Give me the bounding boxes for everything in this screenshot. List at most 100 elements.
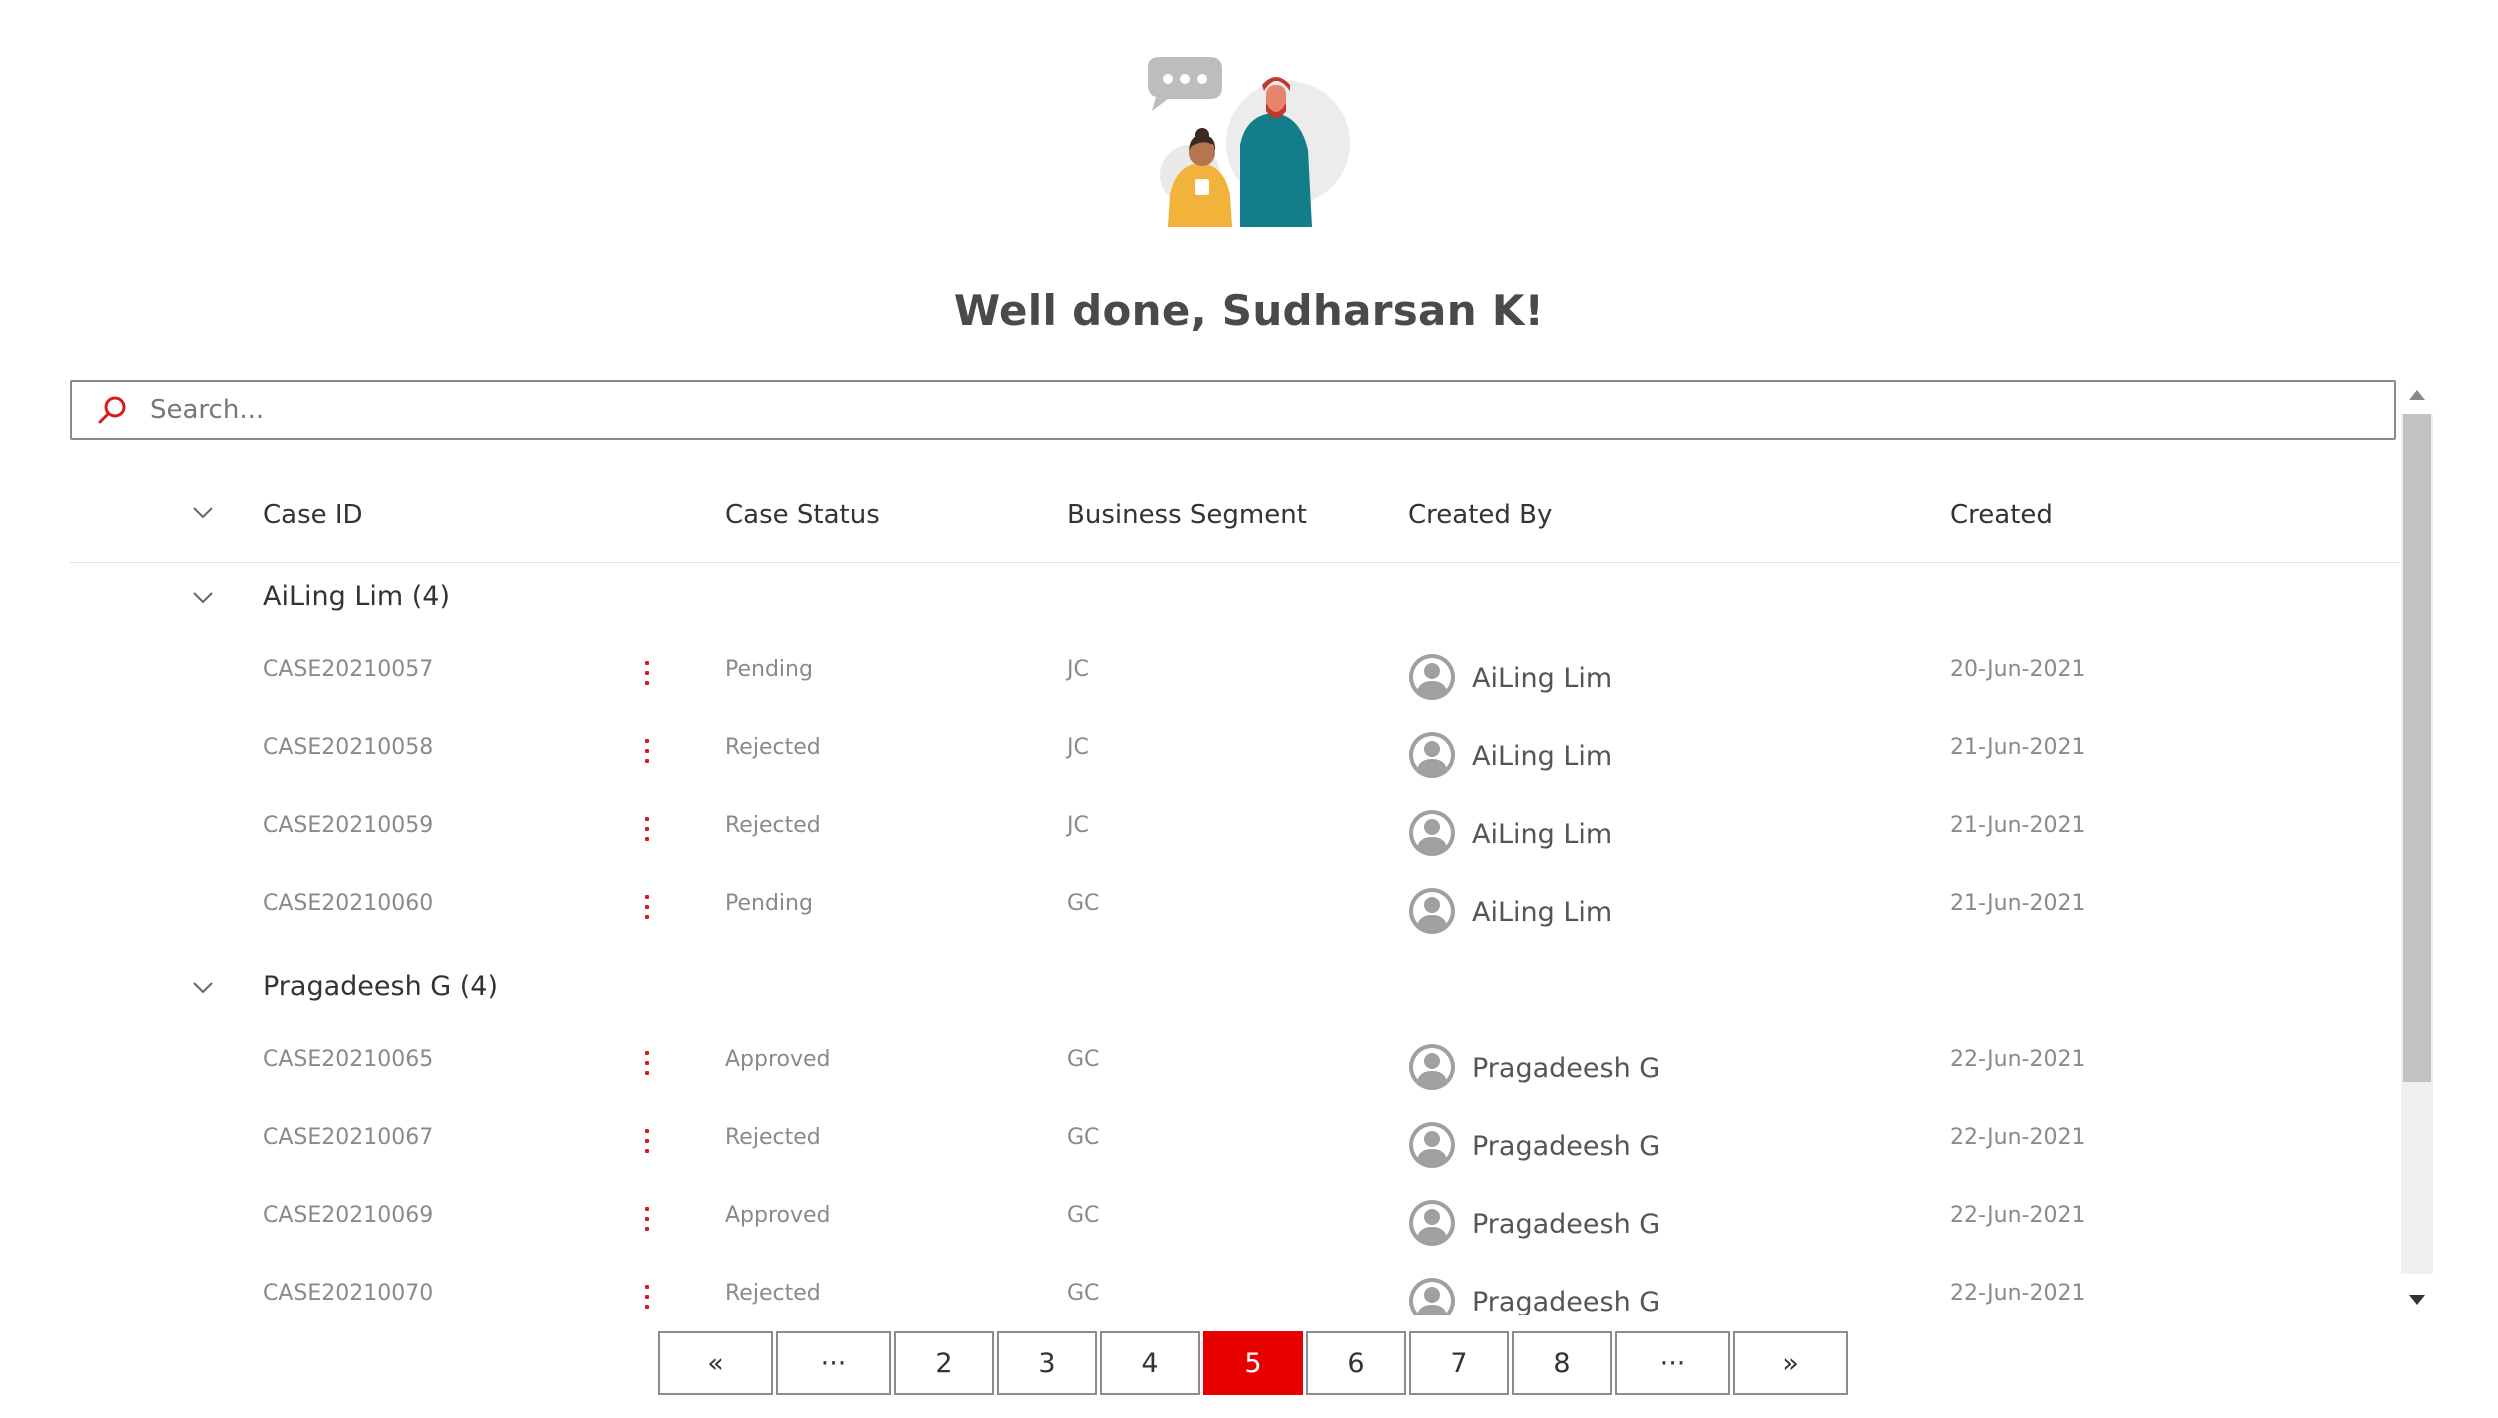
- page-button[interactable]: 8: [1512, 1331, 1612, 1395]
- business-segment-cell: GC: [1067, 1047, 1100, 1072]
- page-title: Well done, Sudharsan K!: [953, 286, 1545, 335]
- business-segment-cell: JC: [1067, 813, 1089, 838]
- chevron-down-icon[interactable]: [192, 506, 214, 520]
- created-by-cell: Pragadeesh G: [1472, 1131, 1661, 1162]
- column-header-case-id[interactable]: Case ID: [263, 500, 363, 530]
- case-status-cell: Approved: [725, 1203, 831, 1228]
- group-label: Pragadeesh G (4): [263, 971, 499, 1002]
- business-segment-cell: JC: [1067, 735, 1089, 760]
- case-id-cell[interactable]: CASE20210058: [263, 735, 433, 760]
- business-segment-cell: JC: [1067, 657, 1089, 682]
- business-segment-cell: GC: [1067, 1203, 1100, 1228]
- business-segment-cell: GC: [1067, 891, 1100, 916]
- more-vertical-icon[interactable]: [642, 661, 652, 695]
- table-row[interactable]: CASE20210059 Rejected JC AiLing Lim 21-Jun-2…: [70, 797, 2400, 875]
- created-by-cell: Pragadeesh G: [1472, 1287, 1661, 1315]
- user-avatar-icon: [1409, 1122, 1455, 1168]
- user-avatar-icon: [1409, 888, 1455, 934]
- created-by-cell: Pragadeesh G: [1472, 1209, 1661, 1240]
- created-by-cell: AiLing Lim: [1472, 663, 1613, 694]
- page-button[interactable]: 3: [997, 1331, 1097, 1395]
- group-header[interactable]: AiLing Lim (4): [70, 563, 2400, 641]
- case-status-cell: Rejected: [725, 1125, 821, 1150]
- page-button[interactable]: 4: [1100, 1331, 1200, 1395]
- column-header-case-status[interactable]: Case Status: [725, 500, 880, 530]
- prev-pages-ellipsis-button[interactable]: ···: [776, 1331, 891, 1395]
- last-page-button[interactable]: »: [1733, 1331, 1848, 1395]
- user-avatar-icon: [1409, 1200, 1455, 1246]
- search-icon: [98, 396, 126, 424]
- pagination: « ··· 2 3 4 5 6 7 8 ··· »: [658, 1331, 1848, 1395]
- column-header-business-segment[interactable]: Business Segment: [1067, 500, 1307, 530]
- case-status-cell: Rejected: [725, 813, 821, 838]
- case-status-cell: Approved: [725, 1047, 831, 1072]
- created-by-cell: AiLing Lim: [1472, 741, 1613, 772]
- more-vertical-icon[interactable]: [642, 895, 652, 929]
- business-segment-cell: GC: [1067, 1125, 1100, 1150]
- search-box[interactable]: [70, 380, 2396, 440]
- more-vertical-icon[interactable]: [642, 1129, 652, 1163]
- table-row[interactable]: CASE20210067 Rejected GC Pragadeesh G 22-Jun…: [70, 1109, 2400, 1187]
- created-by-cell: AiLing Lim: [1472, 897, 1613, 928]
- case-id-cell[interactable]: CASE20210070: [263, 1281, 433, 1306]
- next-pages-ellipsis-button[interactable]: ···: [1615, 1331, 1730, 1395]
- user-avatar-icon: [1409, 1044, 1455, 1090]
- user-avatar-icon: [1409, 1278, 1455, 1315]
- case-id-cell[interactable]: CASE20210067: [263, 1125, 433, 1150]
- chevron-down-icon[interactable]: [192, 981, 214, 995]
- user-avatar-icon: [1409, 732, 1455, 778]
- page-button[interactable]: 7: [1409, 1331, 1509, 1395]
- created-date-cell: 20-Jun-2021: [1950, 657, 2086, 682]
- more-vertical-icon[interactable]: [642, 1207, 652, 1241]
- case-status-cell: Rejected: [725, 735, 821, 760]
- created-date-cell: 22-Jun-2021: [1950, 1281, 2086, 1306]
- group-label: AiLing Lim (4): [263, 581, 451, 612]
- case-status-cell: Pending: [725, 657, 813, 682]
- grid-header: Case ID Case Status Business Segment Cre…: [70, 470, 2400, 563]
- case-id-cell[interactable]: CASE20210059: [263, 813, 433, 838]
- group-header[interactable]: Pragadeesh G (4): [70, 953, 2400, 1031]
- more-vertical-icon[interactable]: [642, 817, 652, 851]
- created-date-cell: 22-Jun-2021: [1950, 1047, 2086, 1072]
- scrollbar-thumb[interactable]: [2403, 414, 2431, 1082]
- search-input[interactable]: [148, 394, 2394, 426]
- page-button[interactable]: 6: [1306, 1331, 1406, 1395]
- table-row[interactable]: CASE20210070 Rejected GC Pragadeesh G 22-Jun…: [70, 1265, 2400, 1315]
- created-date-cell: 22-Jun-2021: [1950, 1125, 2086, 1150]
- table-row[interactable]: CASE20210060 Pending GC AiLing Lim 21-Jun-20…: [70, 875, 2400, 953]
- created-date-cell: 22-Jun-2021: [1950, 1203, 2086, 1228]
- grid-body: AiLing Lim (4) CASE20210057 Pending JC AiLin…: [70, 563, 2400, 1315]
- more-vertical-icon[interactable]: [642, 1051, 652, 1085]
- vertical-scrollbar[interactable]: [2401, 380, 2433, 1315]
- case-id-cell[interactable]: CASE20210069: [263, 1203, 433, 1228]
- page-button[interactable]: 2: [894, 1331, 994, 1395]
- table-row[interactable]: CASE20210058 Rejected JC AiLing Lim 21-Jun-2…: [70, 719, 2400, 797]
- created-date-cell: 21-Jun-2021: [1950, 735, 2086, 760]
- current-page-button[interactable]: 5: [1203, 1331, 1303, 1395]
- cases-grid: Case ID Case Status Business Segment Cre…: [70, 470, 2400, 1315]
- business-segment-cell: GC: [1067, 1281, 1100, 1306]
- scroll-up-arrow-icon[interactable]: [2409, 390, 2425, 400]
- chevron-down-icon[interactable]: [192, 591, 214, 605]
- user-avatar-icon: [1409, 654, 1455, 700]
- column-header-created-by[interactable]: Created By: [1408, 500, 1552, 530]
- more-vertical-icon[interactable]: [642, 1285, 652, 1315]
- case-status-cell: Pending: [725, 891, 813, 916]
- created-by-cell: AiLing Lim: [1472, 819, 1613, 850]
- created-date-cell: 21-Jun-2021: [1950, 891, 2086, 916]
- created-date-cell: 21-Jun-2021: [1950, 813, 2086, 838]
- table-row[interactable]: CASE20210065 Approved GC Pragadeesh G 22-Jun…: [70, 1031, 2400, 1109]
- table-row[interactable]: CASE20210069 Approved GC Pragadeesh G 22-Jun…: [70, 1187, 2400, 1265]
- more-vertical-icon[interactable]: [642, 739, 652, 773]
- column-header-created[interactable]: Created: [1950, 500, 2053, 530]
- case-id-cell[interactable]: CASE20210065: [263, 1047, 433, 1072]
- first-page-button[interactable]: «: [658, 1331, 773, 1395]
- case-status-cell: Rejected: [725, 1281, 821, 1306]
- created-by-cell: Pragadeesh G: [1472, 1053, 1661, 1084]
- case-id-cell[interactable]: CASE20210057: [263, 657, 433, 682]
- scroll-down-arrow-icon[interactable]: [2409, 1295, 2425, 1305]
- user-avatar-icon: [1409, 810, 1455, 856]
- hero-illustration: [1148, 57, 1350, 227]
- table-row[interactable]: CASE20210057 Pending JC AiLing Lim 20-Jun-20…: [70, 641, 2400, 719]
- case-id-cell[interactable]: CASE20210060: [263, 891, 433, 916]
